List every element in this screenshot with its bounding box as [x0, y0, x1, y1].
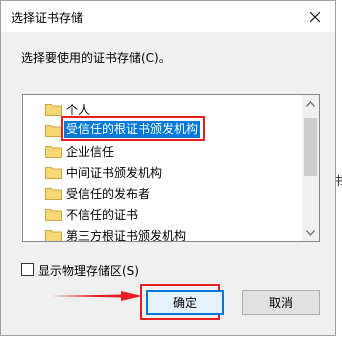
tree-item-third-party-root[interactable]: 第三方根证书颁发机构	[23, 225, 302, 242]
tree-item-label: 第三方根证书颁发机构	[66, 229, 187, 242]
title-bar: 选择证书存储	[1, 1, 335, 32]
chevron-down-icon	[306, 229, 315, 236]
tree-item-enterprise-trust[interactable]: 企业信任	[23, 141, 302, 161]
folder-icon	[45, 125, 62, 137]
folder-icon	[45, 209, 62, 221]
folder-icon	[45, 230, 62, 241]
select-certificate-store-dialog: 选择证书存储 选择要使用的证书存储(C)。 个人 受信任的根证书颁发机构 企业信…	[0, 0, 336, 336]
chevron-up-icon	[306, 100, 315, 107]
folder-icon	[45, 167, 62, 179]
vertical-scrollbar[interactable]	[302, 95, 319, 241]
dialog-title: 选择证书存储	[11, 11, 84, 25]
tree-item-intermediate-ca[interactable]: 中间证书颁发机构	[23, 162, 302, 182]
ok-button[interactable]: 确定	[146, 290, 224, 315]
show-physical-stores-label: 显示物理存储区(S)	[38, 264, 139, 278]
selection-highlight-box	[61, 116, 205, 141]
close-icon	[310, 11, 320, 22]
scroll-up-button[interactable]	[302, 95, 319, 112]
scroll-down-button[interactable]	[302, 224, 319, 241]
folder-icon	[45, 104, 62, 116]
instruction-text: 选择要使用的证书存储(C)。	[21, 51, 171, 65]
close-button[interactable]	[295, 1, 335, 32]
tree-item-untrusted-certificates[interactable]: 不信任的证书	[23, 204, 302, 224]
scroll-thumb[interactable]	[304, 118, 317, 176]
tree-item-trusted-publishers[interactable]: 受信任的发布者	[23, 183, 302, 203]
tree-item-label: 企业信任	[66, 145, 115, 159]
tree-item-label: 受信任的发布者	[66, 187, 151, 201]
tree-item-label: 中间证书颁发机构	[66, 166, 163, 180]
tree-item-label: 不信任的证书	[66, 208, 139, 222]
cancel-button[interactable]: 取消	[242, 290, 320, 315]
folder-icon	[45, 188, 62, 200]
show-physical-stores-checkbox[interactable]	[21, 263, 34, 276]
arrow-right-icon	[51, 291, 142, 301]
folder-icon	[45, 146, 62, 158]
